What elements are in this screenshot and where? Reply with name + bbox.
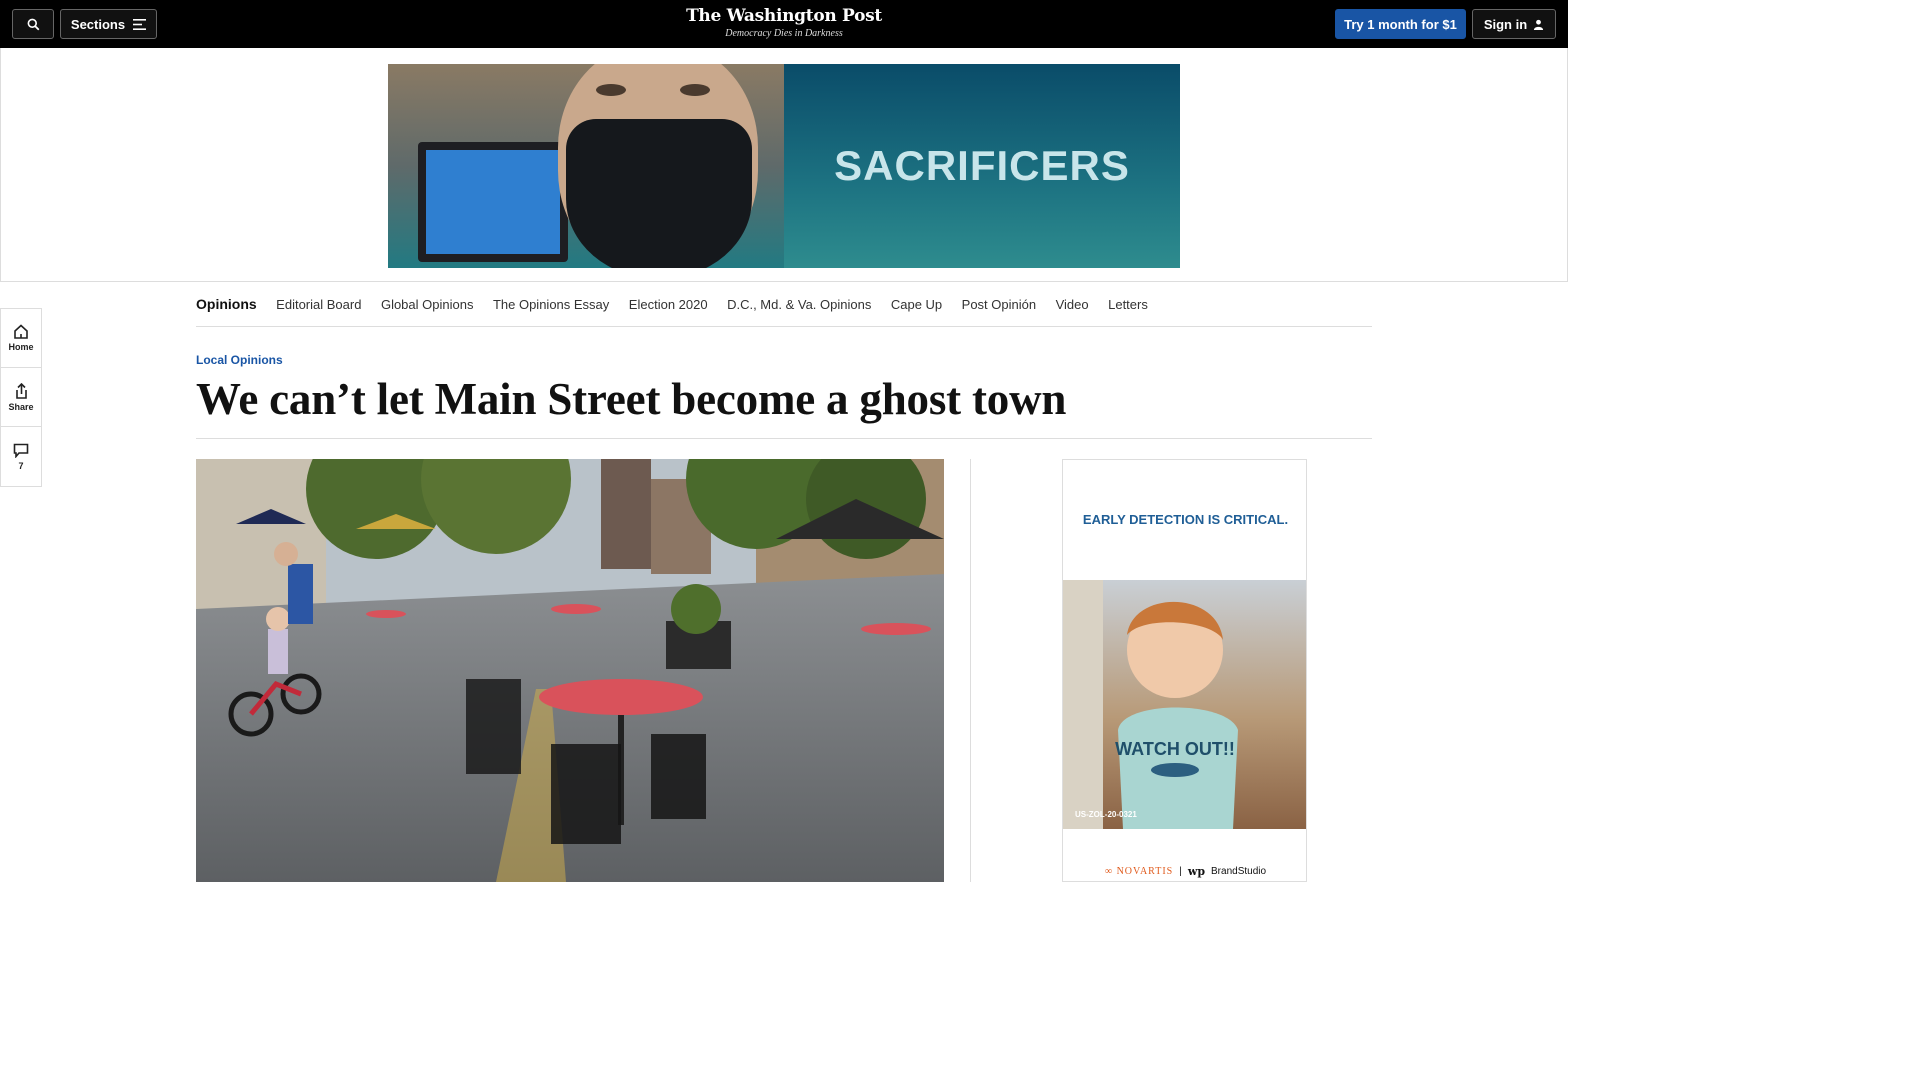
nav-election-2020[interactable]: Election 2020 <box>629 297 708 312</box>
nav-opinions-essay[interactable]: The Opinions Essay <box>493 297 609 312</box>
logo-wordmark: The Washington Post <box>686 6 882 26</box>
side-ad[interactable]: EARLY DETECTION IS CRITICAL. WATCH OUT!!… <box>1062 459 1307 882</box>
search-icon <box>27 18 39 30</box>
hamburger-icon <box>133 18 147 30</box>
article-headline: We can’t let Main Street become a ghost … <box>196 374 1067 424</box>
share-button[interactable]: Share <box>1 368 41 427</box>
article-lead-photo[interactable] <box>196 459 944 882</box>
sign-in-button[interactable]: Sign in <box>1472 9 1556 39</box>
brandstudio-label: BrandStudio <box>1211 866 1267 877</box>
sponsor-name: NOVARTIS <box>1116 866 1174 877</box>
logo-tagline: Democracy Dies in Darkness <box>725 28 843 39</box>
nav-letters[interactable]: Letters <box>1108 297 1148 312</box>
washington-post-logo[interactable]: The Washington Post Democracy Dies in Da… <box>684 5 884 41</box>
wp-mark-icon: wp <box>1187 865 1206 878</box>
comments-button[interactable]: 7 <box>1 427 41 486</box>
ad-headline-panel: SACRIFICERS <box>784 64 1180 268</box>
article-kicker[interactable]: Local Opinions <box>196 353 283 367</box>
side-ad-photo-child: WATCH OUT!! US-ZOL-20-0321 <box>1063 580 1306 829</box>
ad-photo-masked-man <box>388 64 784 268</box>
sections-label: Sections <box>70 16 126 32</box>
nav-dc-md-va-opinions[interactable]: D.C., Md. & Va. Opinions <box>727 297 871 312</box>
comment-icon <box>13 443 29 458</box>
sign-in-label: Sign in <box>1483 16 1528 32</box>
nav-cape-up[interactable]: Cape Up <box>891 297 942 312</box>
user-icon <box>1534 19 1544 30</box>
search-button[interactable] <box>12 9 54 39</box>
subscribe-button[interactable]: Try 1 month for $1 <box>1335 9 1466 39</box>
shirt-text: WATCH OUT!! <box>1115 739 1235 759</box>
side-ad-code: US-ZOL-20-0321 <box>1075 810 1137 819</box>
comments-count: 7 <box>18 460 24 471</box>
share-icon <box>15 382 27 399</box>
ad-headline: SACRIFICERS <box>834 142 1130 189</box>
top-navigation-bar: Sections The Washington Post Democracy D… <box>0 0 1568 48</box>
top-ad-banner[interactable]: SACRIFICERS <box>388 64 1180 268</box>
nav-global-opinions[interactable]: Global Opinions <box>381 297 474 312</box>
nav-opinions[interactable]: Opinions <box>196 296 257 312</box>
home-icon <box>14 324 28 339</box>
column-divider <box>970 459 971 882</box>
side-ad-footer: ∞ NOVARTIS | wp BrandStudio <box>1063 865 1306 878</box>
flame-icon: ∞ <box>1104 866 1114 877</box>
opinions-section-nav: Opinions Editorial Board Global Opinions… <box>196 282 1372 327</box>
headline-divider <box>196 438 1372 439</box>
footer-separator: | <box>1179 866 1182 877</box>
home-button[interactable]: Home <box>1 309 41 368</box>
side-ad-headline: EARLY DETECTION IS CRITICAL. <box>1082 512 1289 527</box>
sections-menu-button[interactable]: Sections <box>60 9 157 39</box>
share-label: Share <box>8 401 34 412</box>
nav-post-opinion[interactable]: Post Opinión <box>962 297 1036 312</box>
novartis-logo: ∞ NOVARTIS <box>1105 866 1173 877</box>
article-action-rail: Home Share 7 <box>0 308 42 487</box>
child-photo: WATCH OUT!! <box>1063 580 1238 829</box>
home-label: Home <box>8 342 34 352</box>
laptop-image <box>418 142 568 262</box>
nav-video[interactable]: Video <box>1056 297 1089 312</box>
street-dining-photo <box>196 459 944 882</box>
face-mask-image <box>566 119 752 268</box>
nav-editorial-board[interactable]: Editorial Board <box>276 297 361 312</box>
